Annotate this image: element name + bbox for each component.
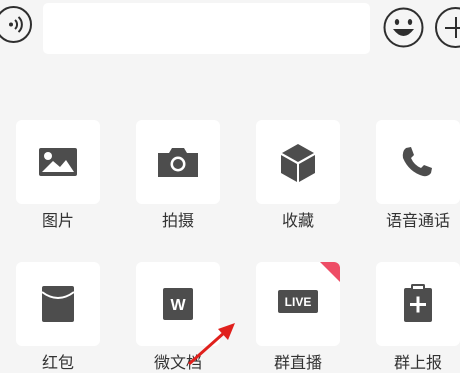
voice-input-button[interactable] bbox=[0, 6, 32, 43]
svg-text:W: W bbox=[170, 297, 186, 314]
favorites-box-icon bbox=[281, 144, 315, 182]
tile-label: 拍摄 bbox=[161, 211, 194, 230]
favorites-tile[interactable] bbox=[256, 120, 340, 204]
voice-icon bbox=[9, 16, 23, 33]
tile-label: 红包 bbox=[41, 353, 74, 372]
group-report-tile[interactable] bbox=[376, 262, 460, 346]
voice-call-tile[interactable] bbox=[376, 120, 460, 204]
more-functions-button[interactable] bbox=[435, 7, 460, 48]
tile-label: 群上报 bbox=[393, 353, 442, 372]
clipboard-plus-icon bbox=[404, 284, 432, 322]
red-envelope-tile[interactable] bbox=[16, 262, 100, 346]
image-tile[interactable] bbox=[16, 120, 100, 204]
image-icon bbox=[39, 148, 77, 176]
group-live-tile[interactable]: LIVE bbox=[256, 262, 340, 346]
tile-label: 群直播 bbox=[273, 353, 322, 372]
input-bar bbox=[0, 0, 460, 66]
red-arrow-annotation bbox=[188, 323, 235, 366]
message-input[interactable] bbox=[43, 3, 370, 54]
svg-text:LIVE: LIVE bbox=[285, 295, 312, 309]
camera-icon bbox=[158, 148, 198, 177]
tile-label: 图片 bbox=[41, 211, 74, 230]
smiley-icon bbox=[383, 7, 424, 48]
red-envelope-icon bbox=[41, 286, 75, 322]
tile-label: 语音通话 bbox=[385, 211, 450, 230]
new-badge-corner bbox=[320, 262, 340, 282]
emoji-button[interactable] bbox=[383, 7, 424, 48]
phone-icon bbox=[402, 147, 432, 177]
tile-label: 收藏 bbox=[281, 211, 314, 230]
camera-tile[interactable] bbox=[136, 120, 220, 204]
